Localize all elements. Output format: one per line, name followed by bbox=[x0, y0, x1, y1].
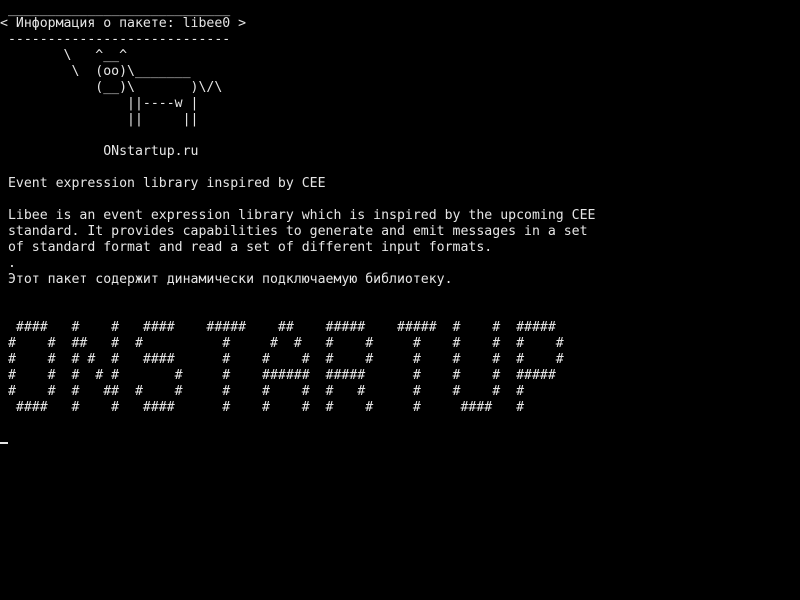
site-label: ONstartup.ru bbox=[0, 144, 199, 159]
banner-line: #### # # #### ##### ## ##### ##### # # #… bbox=[0, 320, 556, 335]
description-line: standard. It provides capabilities to ge… bbox=[0, 224, 588, 239]
description-line: Libee is an event expression library whi… bbox=[0, 208, 596, 223]
description-line: Этот пакет содержит динамически подключа… bbox=[0, 272, 453, 287]
package-summary: Event expression library inspired by CEE bbox=[0, 176, 326, 191]
description-line: . bbox=[0, 256, 16, 271]
cowsay-bottom-border: ---------------------------- bbox=[0, 32, 231, 47]
cow-art-line: \ ^__^ bbox=[0, 48, 128, 63]
cowsay-title: < Информация о пакете: libee0 > bbox=[0, 16, 247, 31]
cow-art-line: (__)\ )\/\ bbox=[0, 80, 223, 95]
cow-art-line: || || bbox=[0, 112, 199, 127]
cow-art-line: \ (oo)\_______ bbox=[0, 64, 191, 79]
banner-line: #### # # #### # # # # # # #### # bbox=[0, 400, 525, 415]
console-screen: ____________________________ < Информаци… bbox=[0, 0, 800, 600]
banner-line: # # # # # #### # # # # # # # # # # bbox=[0, 352, 564, 367]
banner-line: # # # ## # # # # # # # # # # # bbox=[0, 384, 525, 399]
banner-line: # # # # # # # ###### ##### # # # ##### bbox=[0, 368, 556, 383]
description-line: of standard format and read a set of dif… bbox=[0, 240, 493, 255]
text-cursor[interactable] bbox=[0, 442, 8, 444]
cow-art-line: ||----w | bbox=[0, 96, 199, 111]
banner-line: # # ## # # # # # # # # # # # # bbox=[0, 336, 564, 351]
